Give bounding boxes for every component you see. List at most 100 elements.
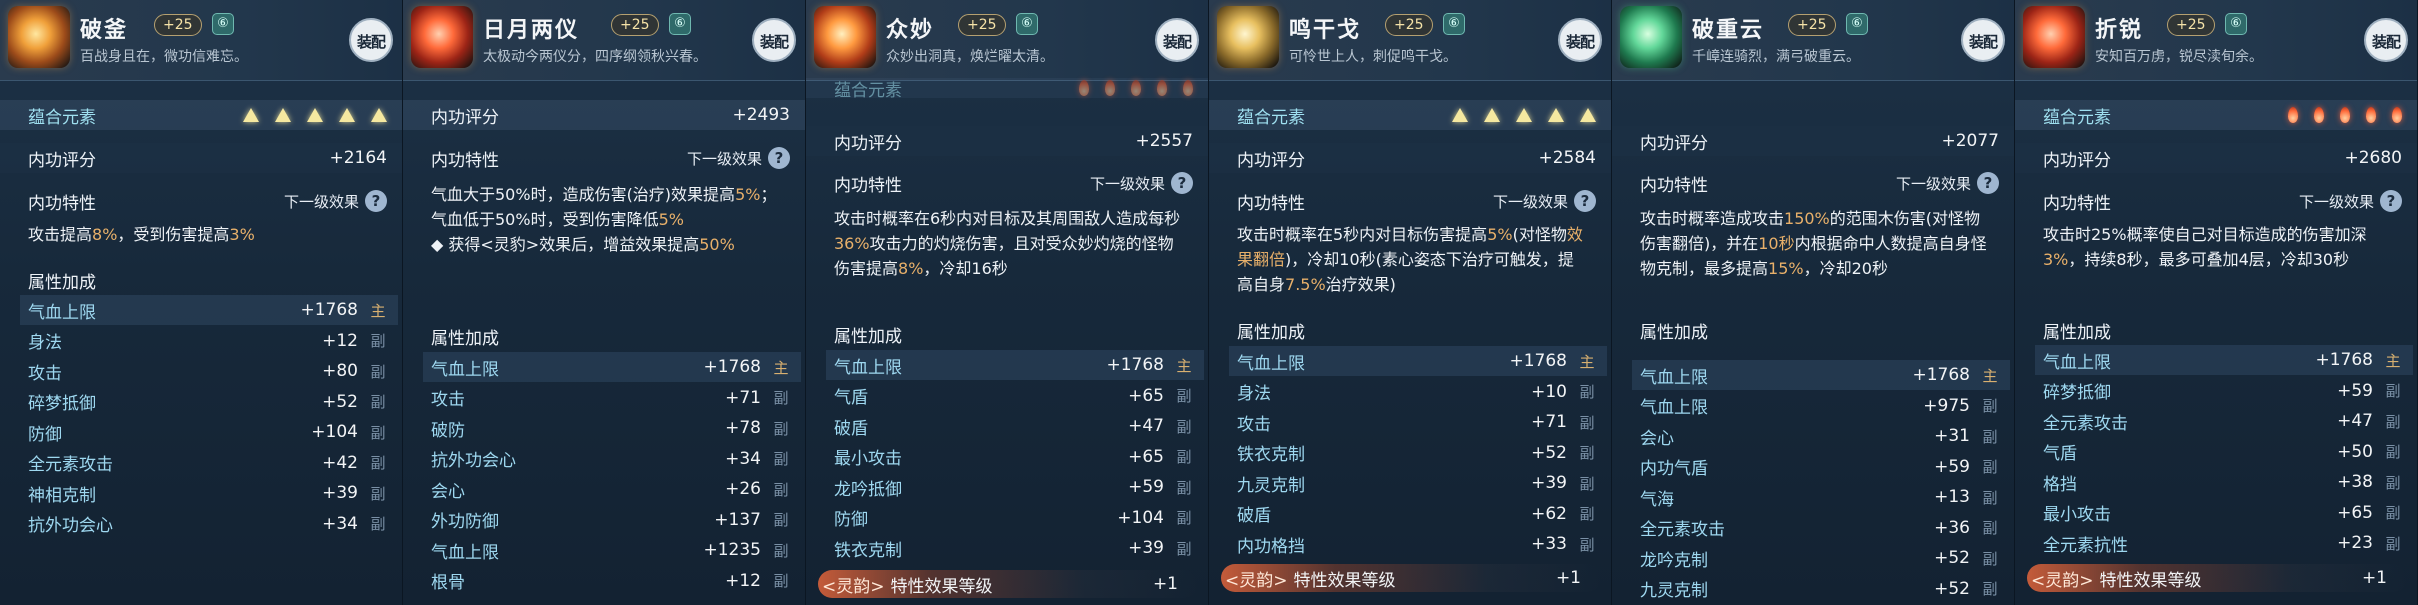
equip-button[interactable]: 装配	[1155, 18, 1199, 62]
flame-element-icon	[2314, 107, 2324, 123]
flame-element-icon	[1079, 80, 1089, 96]
attribute-name: 铁衣克制	[834, 540, 902, 561]
attribute-value: +137	[714, 509, 761, 530]
item-name: 折锐	[2095, 18, 2144, 43]
attribute-name: 攻击	[1237, 414, 1271, 435]
equip-button[interactable]: 装配	[1558, 18, 1602, 62]
next-level-effect-link[interactable]: 下一级效果?	[2299, 190, 2402, 212]
score-label: 内功评分	[1640, 133, 1708, 154]
effect-text-segment: ，持续8秒，最多可叠加4层，冷却30秒	[2068, 250, 2350, 269]
element-label: 蕴合元素	[2043, 107, 2111, 128]
effect-highlight: 10秒	[1758, 234, 1795, 253]
next-level-effect-link[interactable]: 下一级效果?	[1493, 190, 1596, 212]
lingyun-label: 特性效果等级	[890, 576, 993, 597]
attribute-value: +33	[1531, 534, 1567, 554]
attribute-value: +59	[1128, 477, 1164, 497]
attribute-row: 气盾 +50 副	[2035, 437, 2413, 467]
lingyun-value: +1	[2361, 568, 2387, 588]
attribute-bonus-title: 属性加成	[2043, 323, 2111, 343]
attribute-value: +65	[2337, 502, 2373, 523]
attribute-value: +38	[2337, 472, 2373, 492]
attribute-row: 内功气盾 +59 副	[1632, 452, 2010, 482]
attribute-name: 破盾	[834, 418, 868, 439]
sub-stat-tag: 副	[1176, 417, 1192, 436]
card-header: 破重云 +25 ⑥ 千嶂连骑烈，满弓破重云。 装配	[1612, 0, 2014, 81]
wood-element-icon	[1516, 108, 1532, 122]
attribute-value: +52	[1531, 442, 1567, 463]
trait-effect-text: 攻击提高8%，受到伤害提高3%	[28, 222, 378, 247]
attribute-row: 抗外功会心 +34 副	[423, 444, 801, 474]
help-icon[interactable]: ?	[365, 190, 387, 212]
effect-highlight: 36%	[834, 234, 870, 253]
bound-status-icon: ⑥	[1846, 13, 1868, 35]
effect-text-segment: 攻击时概率在5秒内对目标伤害提高	[1237, 225, 1488, 244]
lingyun-value: +1	[1152, 574, 1178, 594]
trait-label: 内功特性	[834, 175, 902, 196]
sub-stat-tag: 副	[1982, 458, 1998, 476]
attribute-value: +47	[1128, 416, 1164, 436]
sub-stat-tag: 副	[1579, 444, 1595, 462]
next-level-effect-link[interactable]: 下一级效果?	[1896, 172, 1999, 194]
next-level-effect-link[interactable]: 下一级效果?	[1090, 172, 1193, 194]
attribute-value: +23	[2337, 533, 2373, 553]
sub-stat-tag: 副	[370, 332, 386, 350]
attribute-value: +65	[1128, 446, 1164, 467]
element-label: 蕴合元素	[28, 107, 96, 128]
sub-stat-tag: 副	[1579, 383, 1595, 401]
attribute-name: 内功格挡	[1237, 536, 1305, 557]
next-level-effect-link[interactable]: 下一级效果?	[687, 147, 790, 169]
item-description: 众妙出洞真，焕烂曜太清。	[886, 49, 1054, 65]
attribute-name: 气血上限	[28, 302, 96, 323]
attribute-name: 气血上限	[1237, 353, 1305, 374]
help-icon[interactable]: ?	[2380, 190, 2402, 212]
equip-button[interactable]: 装配	[2364, 18, 2408, 62]
effect-text-segment: (对怪物	[1512, 225, 1567, 244]
effect-highlight: 5%	[1487, 225, 1513, 244]
help-icon[interactable]: ?	[1574, 190, 1596, 212]
flame-element-icon	[1157, 80, 1167, 96]
flame-element-icon	[2340, 107, 2350, 123]
element-icons	[243, 108, 387, 122]
sub-stat-tag: 副	[1982, 549, 1998, 568]
trait-header: 内功特性 下一级效果?	[806, 168, 1208, 198]
attribute-row: 九灵克制 +52 副	[1632, 574, 2010, 604]
attribute-row: 气血上限 +1768 主	[423, 352, 801, 382]
sub-stat-tag: 副	[2385, 412, 2401, 431]
attribute-name: 气盾	[834, 388, 868, 408]
element-row: 蕴合元素	[806, 78, 1208, 101]
equip-button[interactable]: 装配	[349, 18, 393, 62]
equip-button[interactable]: 装配	[752, 18, 796, 62]
attribute-name: 外功防御	[431, 512, 499, 532]
item-description: 可怜世上人，刺促鸣干戈。	[1289, 49, 1457, 65]
inner-skill-icon	[8, 6, 70, 68]
inner-skill-card: 破釜 +25 ⑥ 百战身且在，微功信难忘。 装配 蕴合元素 内功评分 +2164 内功特性 下一级…	[0, 0, 403, 605]
attribute-value: +39	[1531, 473, 1567, 493]
effect-text-segment: ◆ 获得<灵豹>效果后，增益效果提高	[431, 235, 700, 254]
equip-button[interactable]: 装配	[1961, 18, 2005, 62]
score-label: 内功评分	[2043, 150, 2111, 171]
attribute-name: 神相克制	[28, 485, 96, 506]
attribute-value: +71	[725, 387, 761, 408]
attribute-row: 碎梦抵御 +52 副	[20, 387, 398, 417]
attribute-name: 最小攻击	[834, 449, 902, 469]
attribute-row: 攻击 +80 副	[20, 356, 398, 386]
help-icon[interactable]: ?	[1977, 172, 1999, 194]
item-name: 破釜	[80, 18, 129, 43]
help-icon[interactable]: ?	[768, 147, 790, 169]
sub-stat-tag: 副	[2385, 382, 2401, 400]
enhance-level-badge: +25	[154, 14, 202, 36]
score-row: 内功评分 +2680	[2015, 143, 2417, 173]
trait-label: 内功特性	[1640, 175, 1708, 196]
effect-highlight: 3%	[2043, 250, 2069, 269]
attribute-name: 格挡	[2043, 474, 2077, 495]
next-level-effect-label: 下一级效果	[2298, 192, 2374, 211]
enhance-level-badge: +25	[958, 14, 1006, 36]
attribute-name: 防御	[834, 510, 868, 530]
trait-effect-text: 攻击时概率在5秒内对目标伤害提高5%(对怪物效果翻倍)，冷却10秒(素心姿态下治…	[1237, 222, 1587, 297]
attribute-name: 龙吟克制	[1640, 550, 1708, 571]
attribute-name: 气海	[1640, 489, 1674, 510]
lingyun-label: 特性效果等级	[1293, 570, 1396, 591]
next-level-effect-link[interactable]: 下一级效果?	[284, 190, 387, 212]
trait-effect-text: 攻击时概率在6秒内对目标及其周围敌人造成每秒36%攻击力的灼烧伤害，且对受众妙灼…	[834, 206, 1184, 281]
help-icon[interactable]: ?	[1171, 172, 1193, 194]
